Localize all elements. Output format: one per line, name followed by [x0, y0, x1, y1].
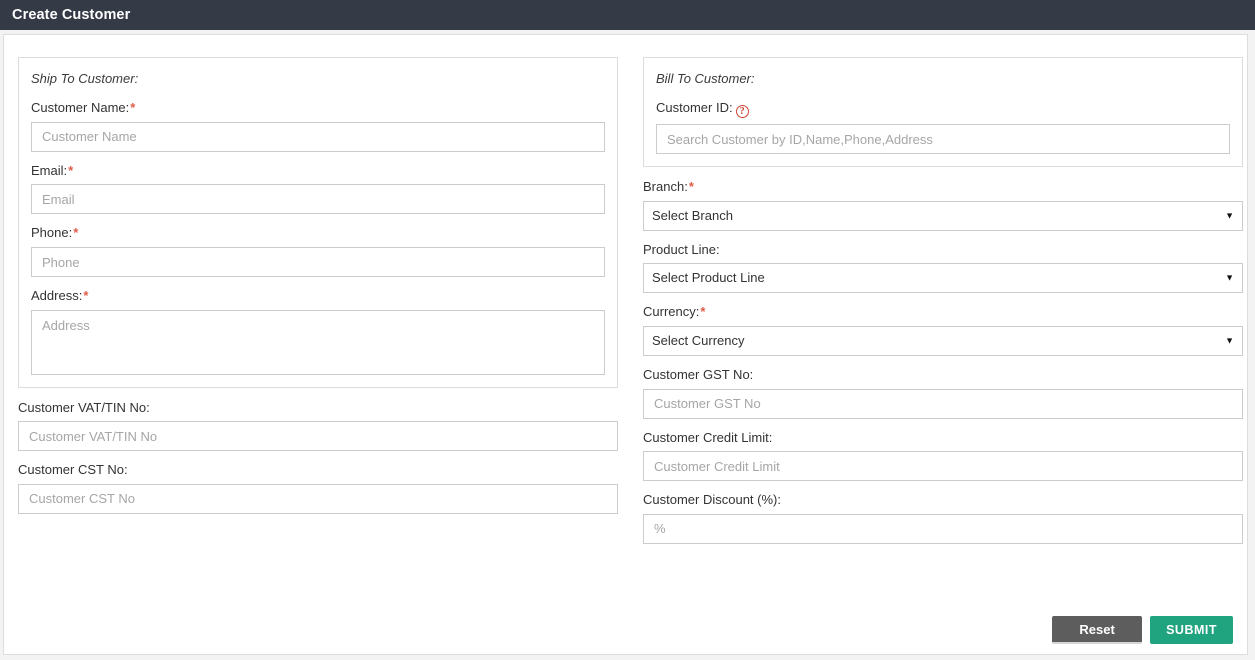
label-address-text: Address: — [31, 288, 83, 304]
label-customer-credit-limit: Customer Credit Limit: — [643, 429, 773, 445]
field-customer-id: Customer ID:? — [656, 100, 1230, 155]
ship-to-legend: Ship To Customer: — [31, 71, 139, 86]
page-title: Create Customer — [12, 7, 131, 23]
label-customer-vat-tin: Customer VAT/TIN No: — [18, 399, 150, 415]
label-customer-id-text: Customer ID: — [656, 100, 733, 116]
field-customer-cst: Customer CST No: — [18, 462, 618, 514]
customer-credit-limit-input[interactable] — [643, 451, 1243, 482]
label-currency: Currency:* — [643, 304, 1243, 320]
field-customer-gst: Customer GST No: — [643, 367, 1243, 419]
reset-button[interactable]: Reset — [1052, 616, 1143, 644]
field-address: Address:* — [31, 288, 605, 375]
branch-select[interactable]: Select Branch — [643, 200, 1243, 231]
customer-vat-tin-input[interactable] — [18, 421, 618, 452]
bill-to-legend: Bill To Customer: — [656, 71, 755, 86]
ship-to-panel: Ship To Customer: Customer Name:* Email:… — [18, 57, 618, 388]
customer-cst-input[interactable] — [18, 483, 618, 514]
currency-select-wrap: Select Currency ▼ — [643, 326, 1243, 357]
field-email: Email:* — [31, 163, 605, 215]
question-mark-circle-icon[interactable]: ? — [735, 105, 749, 119]
currency-select[interactable]: Select Currency — [643, 326, 1243, 357]
form-card: Ship To Customer: Customer Name:* Email:… — [3, 34, 1248, 655]
ship-to-column: Ship To Customer: Customer Name:* Email:… — [18, 57, 618, 516]
product-line-select-wrap: Select Product Line ▼ — [643, 263, 1243, 294]
required-asterisk: * — [68, 162, 74, 178]
customer-discount-input[interactable] — [643, 513, 1243, 544]
product-line-select[interactable]: Select Product Line — [643, 263, 1243, 294]
field-currency: Currency:* Select Currency ▼ — [643, 304, 1243, 357]
field-branch: Branch:* Select Branch ▼ — [643, 179, 1243, 231]
required-asterisk: * — [700, 304, 706, 320]
label-branch: Branch:* — [643, 179, 1243, 195]
bill-to-column: Bill To Customer: Customer ID:? Branch:* — [643, 57, 1243, 546]
create-customer-window: Create Customer Ship To Customer: Custom… — [0, 0, 1255, 660]
label-branch-text: Branch: — [643, 179, 688, 195]
field-customer-vat-tin: Customer VAT/TIN No: — [18, 400, 618, 452]
customer-name-input[interactable] — [31, 121, 605, 152]
label-email: Email:* — [31, 163, 605, 179]
label-customer-id: Customer ID:? — [656, 100, 1230, 119]
label-product-line: Product Line: — [643, 241, 720, 257]
label-customer-discount: Customer Discount (%): — [643, 492, 781, 508]
field-customer-credit-limit: Customer Credit Limit: — [643, 430, 1243, 482]
label-address: Address:* — [31, 288, 605, 304]
field-customer-name: Customer Name:* — [31, 100, 605, 152]
label-currency-text: Currency: — [643, 304, 700, 320]
form-card-inner: Ship To Customer: Customer Name:* Email:… — [4, 35, 1247, 654]
email-input[interactable] — [31, 184, 605, 215]
required-asterisk: * — [688, 179, 694, 195]
field-phone: Phone:* — [31, 225, 605, 278]
customer-gst-input[interactable] — [643, 388, 1243, 419]
label-phone: Phone:* — [31, 225, 605, 241]
label-customer-gst: Customer GST No: — [643, 367, 754, 383]
label-customer-cst: Customer CST No: — [18, 462, 128, 478]
label-customer-name-text: Customer Name: — [31, 100, 130, 116]
phone-input[interactable] — [31, 247, 605, 278]
address-textarea[interactable] — [31, 309, 605, 375]
label-phone-text: Phone: — [31, 225, 73, 241]
label-email-text: Email: — [31, 162, 68, 178]
bill-to-panel: Bill To Customer: Customer ID:? — [643, 57, 1243, 168]
branch-select-wrap: Select Branch ▼ — [643, 200, 1243, 231]
required-asterisk: * — [83, 288, 89, 304]
required-asterisk: * — [130, 100, 136, 116]
submit-button[interactable]: SUBMIT — [1150, 616, 1233, 644]
customer-id-search-input[interactable] — [656, 124, 1230, 155]
form-actions: Reset SUBMIT — [1052, 616, 1233, 644]
field-product-line: Product Line: Select Product Line ▼ — [643, 242, 1243, 294]
window-titlebar: Create Customer — [0, 0, 1255, 30]
required-asterisk: * — [73, 225, 79, 241]
label-customer-name: Customer Name:* — [31, 100, 605, 116]
field-customer-discount: Customer Discount (%): — [643, 492, 1243, 544]
